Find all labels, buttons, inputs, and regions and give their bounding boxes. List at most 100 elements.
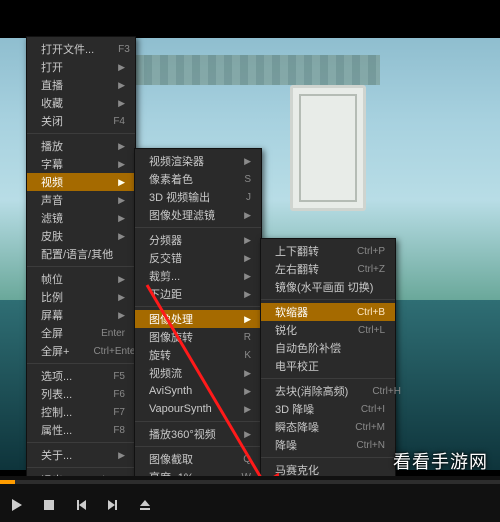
menu-options[interactable]: 选项...F5 [27,367,135,385]
menu-separator [261,378,395,379]
menu-image-process[interactable]: 图像处理▶ [135,310,261,328]
player-timeline[interactable] [0,480,500,484]
menu-label: 去块(消除高频) [275,383,348,399]
menu-label: 图像处理 [149,311,193,327]
menu-screen[interactable]: 屏幕▶ [27,306,135,324]
menu-image-rotate[interactable]: 图像旋转R [135,328,261,346]
menu-label: 收藏 [41,95,63,111]
menu-label: 分频器 [149,232,182,248]
chevron-right-icon: ▶ [244,271,251,282]
menu-control[interactable]: 控制...F7 [27,403,135,421]
play-icon [9,497,25,513]
menu-shortcut: Ctrl+M [355,422,385,433]
menu-deblock[interactable]: 去块(消除高频)Ctrl+H [261,382,395,400]
menu-label: VapourSynth [149,403,212,415]
menu-playback[interactable]: 播放▶ [27,137,135,155]
chevron-right-icon: ▶ [244,289,251,300]
menu-label: 播放360°视频 [149,426,216,442]
menu-rotate[interactable]: 旋转K [135,346,261,364]
context-menu-video[interactable]: 视频渲染器▶ 像素着色S 3D 视频输出J 图像处理滤镜▶ 分频器▶ 反交错▶ … [134,148,262,522]
menu-label: 字幕 [41,156,63,172]
menu-label: 配置/语言/其他 [41,246,113,262]
open-button[interactable] [134,494,156,516]
menu-config[interactable]: 配置/语言/其他▶ [27,245,135,263]
chevron-right-icon: ▶ [118,80,125,91]
chevron-right-icon: ▶ [118,159,125,170]
menu-shortcut: K [244,350,251,361]
menu-fullscreen[interactable]: 全屏Enter [27,324,135,342]
chevron-right-icon: ▶ [244,429,251,440]
menu-label: 自动色阶补偿 [275,340,341,356]
menu-soft[interactable]: 软缩器Ctrl+B [261,303,395,321]
menu-crop[interactable]: 裁剪...▶ [135,267,261,285]
menu-denoise-temporal[interactable]: 瞬态降噪Ctrl+M [261,418,395,436]
menu-flip-horizontal[interactable]: 左右翻转Ctrl+Z [261,260,395,278]
menu-video-track[interactable]: 视频流▶ [135,364,261,382]
menu-vr360[interactable]: 播放360°视频 ▶ [135,425,261,443]
menu-split[interactable]: 分频器▶ [135,231,261,249]
menu-denoise[interactable]: 降噪Ctrl+N [261,436,395,454]
menu-filter[interactable]: 滤镜▶ [27,209,135,227]
menu-image-filter[interactable]: 图像处理滤镜▶ [135,206,261,224]
menu-offscreen[interactable]: 下边距 ▶ [135,285,261,303]
menu-ratio[interactable]: 比例▶ [27,288,135,306]
menu-label: 属性... [41,422,72,438]
menu-video[interactable]: 视频▶ [27,173,135,191]
menu-label: 播放 [41,138,63,154]
menu-sharpen[interactable]: 锐化Ctrl+L [261,321,395,339]
menu-separator [27,467,135,468]
menu-label: 下边距 [149,286,182,302]
menu-shortcut: S [244,174,251,185]
menu-shortcut: Ctrl+P [357,246,385,257]
prev-button[interactable] [70,494,92,516]
menu-shortcut: Ctrl+I [361,404,385,415]
menu-label: 打开 [41,59,63,75]
menu-separator [27,266,135,267]
menu-audio[interactable]: 声音▶ [27,191,135,209]
menu-denoise-3d[interactable]: 3D 降噪Ctrl+I [261,400,395,418]
menu-renderer[interactable]: 视频渲染器▶ [135,152,261,170]
menu-favorite[interactable]: 收藏 ▶ [27,94,135,112]
menu-frame[interactable]: 帧位▶ [27,270,135,288]
menu-label: 全屏 [41,325,63,341]
player-buttons [6,494,156,516]
play-button[interactable] [6,494,28,516]
menu-label: 直播 [41,77,63,93]
menu-mirror[interactable]: 镜像(水平画面 切换) [261,278,395,296]
chevron-right-icon: ▶ [118,274,125,285]
menu-label: 选项... [41,368,72,384]
menu-label: 反交错 [149,250,182,266]
menu-subtitle[interactable]: 字幕 ▶ [27,155,135,173]
context-menu-main[interactable]: 打开文件...F3 打开▶ 直播▶ 收藏▶ 关闭F4 播放▶ 字幕▶ 视频▶ 声… [26,36,136,493]
menu-label: 锐化 [275,322,297,338]
stop-button[interactable] [38,494,60,516]
menu-3d-output[interactable]: 3D 视频输出J [135,188,261,206]
menu-vapoursynth[interactable]: VapourSynth▶ [135,400,261,418]
menu-fullscreen-alt[interactable]: 全屏+Ctrl+Enter [27,342,135,360]
stop-icon [42,498,56,512]
menu-close[interactable]: 关闭F4 [27,112,135,130]
menu-label: 3D 视频输出 [149,189,210,205]
menu-deinterlace[interactable]: 反交错 ▶ [135,249,261,267]
menu-capture[interactable]: 图像截取Q [135,450,261,468]
menu-label: 降噪 [275,437,297,453]
menu-label: 图像处理滤镜 [149,207,215,223]
chevron-right-icon: ▶ [244,253,251,264]
eject-icon [138,498,152,512]
chevron-right-icon: ▶ [118,98,125,109]
menu-direct[interactable]: 直播 ▶ [27,76,135,94]
menu-label: 比例 [41,289,63,305]
menu-playlist[interactable]: 列表...F6 [27,385,135,403]
menu-auto-level[interactable]: 自动色阶补偿 [261,339,395,357]
menu-properties[interactable]: 属性...F8 [27,421,135,439]
menu-open[interactable]: 打开▶ [27,58,135,76]
menu-flip-vertical[interactable]: 上下翻转Ctrl+P [261,242,395,260]
next-button[interactable] [102,494,124,516]
menu-about[interactable]: 关于...▶ [27,446,135,464]
menu-skin[interactable]: 皮肤▶ [27,227,135,245]
menu-avisynth[interactable]: AviSynth▶ [135,382,261,400]
menu-open-file[interactable]: 打开文件...F3 [27,40,135,58]
menu-tv-level[interactable]: 电平校正 [261,357,395,375]
menu-pixel-shader[interactable]: 像素着色S [135,170,261,188]
menu-label: 镜像(水平画面 切换) [275,279,373,295]
